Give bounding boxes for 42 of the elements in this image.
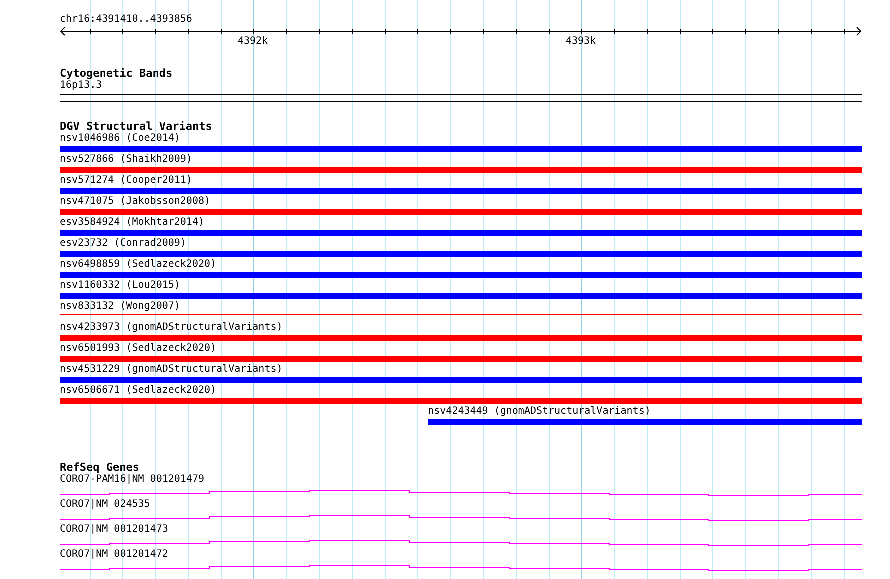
gene-model-drawing[interactable] xyxy=(60,540,862,546)
variant-label: nsv471075 (Jakobsson2008) xyxy=(60,196,211,208)
variant-label: nsv833132 (Wong2007) xyxy=(60,301,180,313)
variant-bar[interactable] xyxy=(60,188,862,194)
gene-model-drawing[interactable] xyxy=(60,565,862,571)
gene-model-drawing[interactable] xyxy=(60,490,862,496)
variant-bar[interactable] xyxy=(60,230,862,236)
variant-bar[interactable] xyxy=(60,398,862,404)
variant-bar[interactable] xyxy=(60,377,862,383)
variant-bar[interactable] xyxy=(60,209,862,215)
variant-label: nsv6498859 (Sedlazeck2020) xyxy=(60,259,217,271)
variant-label: esv3584924 (Mokhtar2014) xyxy=(60,217,204,229)
gene-model-drawing[interactable] xyxy=(60,515,862,521)
variant-label: nsv4531229 (gnomADStructuralVariants) xyxy=(60,364,283,376)
variant-label: esv23732 (Conrad2009) xyxy=(60,238,186,250)
variant-label: nsv6506671 (Sedlazeck2020) xyxy=(60,385,217,397)
variant-bar[interactable] xyxy=(60,272,862,278)
variant-bar[interactable] xyxy=(60,146,862,152)
variant-label: nsv6501993 (Sedlazeck2020) xyxy=(60,343,217,355)
variant-label: nsv1160332 (Lou2015) xyxy=(60,280,180,292)
variant-bar[interactable] xyxy=(60,167,862,173)
tick-label: 4392k xyxy=(238,36,268,48)
variant-label: nsv4233973 (gnomADStructuralVariants) xyxy=(60,322,283,334)
band-label: 16p13.3 xyxy=(60,80,104,92)
location-label: chr16:4391410..4393856 xyxy=(60,14,192,26)
transcript-label: CORO7|NM_024535 xyxy=(60,499,150,511)
track-title: Cytogenetic Bands xyxy=(60,68,173,80)
variant-bar[interactable] xyxy=(60,335,862,341)
track-title: RefSeq Genes xyxy=(60,462,140,474)
transcript-label: CORO7|NM_001201473 xyxy=(60,524,168,536)
variant-label: nsv1046986 (Coe2014) xyxy=(60,133,180,145)
transcript-label: CORO7-PAM16|NM_001201479 xyxy=(60,474,204,486)
variant-bar[interactable] xyxy=(428,419,862,425)
transcript-label: CORO7|NM_001201472 xyxy=(60,549,168,561)
variant-bar[interactable] xyxy=(60,356,862,362)
tick-label: 4393k xyxy=(566,36,596,48)
variant-label: nsv527866 (Shaikh2009) xyxy=(60,154,192,166)
variant-label: nsv571274 (Cooper2011) xyxy=(60,175,192,187)
track-title: DGV Structural Variants xyxy=(60,121,212,133)
variant-bar[interactable] xyxy=(60,251,862,257)
variant-label: nsv4243449 (gnomADStructuralVariants) xyxy=(428,406,651,418)
variant-bar[interactable] xyxy=(60,293,862,299)
